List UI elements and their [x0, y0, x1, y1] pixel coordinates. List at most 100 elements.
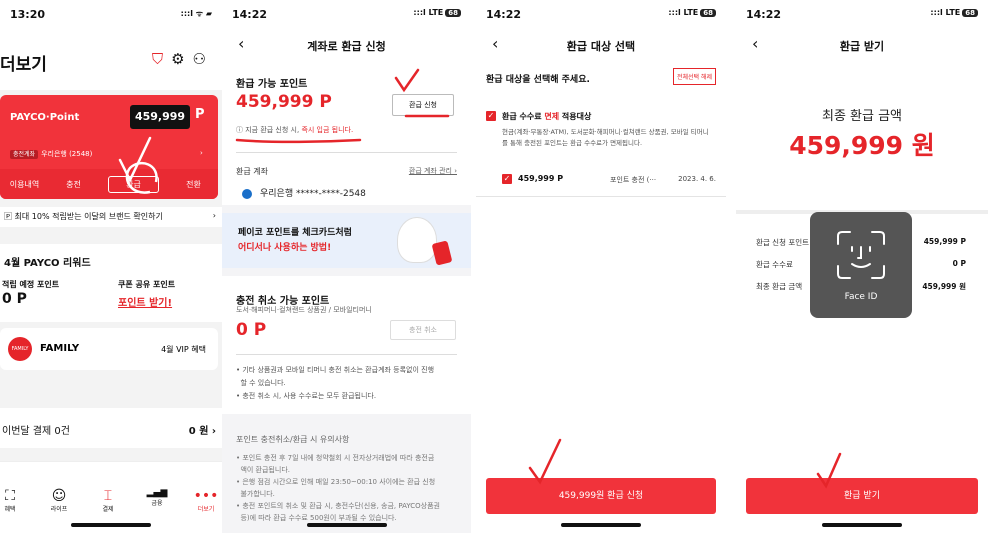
- signal-icon: :::l LTE 68: [413, 8, 461, 17]
- item-amount: 459,999 P: [518, 174, 564, 183]
- promo-banner[interactable]: 페이코 포인트를 체크카드처럼 어디서나 사용하는 방법!: [222, 213, 471, 268]
- option-suffix: 적용대상: [561, 112, 592, 121]
- my-icon[interactable]: ⚇: [193, 50, 214, 68]
- payment-row[interactable]: 이번달 결제 0건 0 원 ›: [0, 408, 222, 448]
- faceid-icon: [837, 231, 885, 279]
- tab-benefit[interactable]: ⛶ 혜택: [0, 488, 32, 513]
- refund-item-row[interactable]: ✓ 459,999 P 포인트 충전 (··· 2023. 4. 6.: [486, 172, 716, 198]
- scan-icon: ⌶: [103, 488, 113, 504]
- gear-icon[interactable]: ⚙: [171, 50, 192, 68]
- home-indicator: [561, 523, 641, 527]
- family-card[interactable]: FAMILY FAMILY 4월 VIP 혜택: [0, 328, 218, 370]
- charge-cancel-button[interactable]: 충전 취소: [390, 320, 456, 340]
- reward-section: 4월 PAYCO 리워드 적립 예정 포인트 쿠폰 공유 포인트 0 P 포인트…: [0, 244, 222, 322]
- benefit-icon: ⛶: [5, 488, 15, 504]
- battery-icon: 68: [962, 9, 978, 17]
- account-label: 환급 계좌: [236, 167, 268, 176]
- note-line: • 기타 상품권과 모바일 티머니 충전 취소는 환급계좌 등록없이 진행: [236, 366, 435, 374]
- receive-refund-button[interactable]: 환급 받기: [746, 478, 978, 514]
- card-balance: 459,999: [130, 105, 190, 129]
- divider: [236, 354, 457, 355]
- status-time: 14:22: [232, 8, 268, 21]
- coupon-link[interactable]: 포인트 받기!: [118, 294, 172, 309]
- item-date: 2023. 4. 6.: [678, 175, 716, 183]
- vip-link[interactable]: 4월 VIP 혜택: [161, 344, 206, 355]
- row-label: 환급 수수료: [756, 260, 793, 269]
- menu-charge[interactable]: 충전: [49, 179, 98, 190]
- note-line: • 충전 취소 시, 사용 수수료는 모두 환급됩니다.: [236, 392, 377, 400]
- expected-label: 적립 예정 포인트: [2, 280, 60, 289]
- family-name: FAMILY: [40, 343, 80, 354]
- final-amount-label: 최종 환급 금액: [821, 109, 903, 124]
- item-checkbox[interactable]: ✓: [502, 174, 512, 184]
- page-title: 더보기: [0, 55, 47, 75]
- reward-title: 4월 PAYCO 리워드: [4, 258, 91, 269]
- refundable-value: 459,999 P: [236, 92, 332, 112]
- card-bank[interactable]: 충전계좌 우리은행 (2548) ›: [10, 149, 203, 159]
- more-screen: 13:20 :::l ᯤ ▰ 더보기 ⛉⚙⚇ PAYCO·Point 459,9…: [0, 0, 222, 533]
- status-bar: 13:20 :::l ᯤ ▰: [10, 8, 212, 24]
- cancel-notes: • 기타 상품권과 모바일 티머니 충전 취소는 환급계좌 등록없이 진행 할 …: [236, 364, 434, 403]
- menu-history[interactable]: 이용내역: [0, 179, 49, 190]
- refund-request-button[interactable]: 459,999원 환급 신청: [486, 478, 716, 514]
- promo-text: 🄿 최대 10% 적립받는 이달의 브랜드 확인하기: [4, 212, 163, 221]
- bank-logo-icon: [242, 188, 252, 199]
- refund-target-screen: 14:22 :::l LTE 68 ‹ 환급 대상 선택 환급 대상을 선택해 주…: [476, 0, 726, 533]
- refund-receive-screen: 14:22 :::l LTE 68 ‹ 환급 받기 최종 환급 금액 459,99…: [736, 0, 988, 533]
- menu-convert[interactable]: 전환: [169, 179, 218, 190]
- final-amount-value: 459,999 원: [789, 131, 935, 160]
- card-brand: PAYCO·Point: [10, 112, 80, 123]
- divider: [476, 196, 726, 197]
- tab-finance[interactable]: ▂▄▆ 금융: [135, 488, 179, 507]
- bank-name: 우리은행 (2548): [41, 150, 93, 158]
- account-manage-link[interactable]: 환급 계좌 관리 ›: [409, 166, 457, 176]
- account-value: 우리은행 *****-****-2548: [242, 186, 366, 199]
- hand-drawn-underline: [235, 138, 362, 144]
- banner-line1: 페이코 포인트를 체크카드처럼: [238, 228, 352, 238]
- cancel-sub: 도서·해피머니·컬쳐랜드 상품권 / 모바일티머니: [236, 306, 372, 314]
- promo-link[interactable]: 🄿 최대 10% 적립받는 이달의 브랜드 확인하기 ›: [0, 207, 222, 227]
- row-value: 0 P: [952, 259, 966, 268]
- caution-line: • 포인트 충전 후 7일 내에 청약철회 시 전자상거래법에 따라 충전금: [236, 454, 435, 462]
- deselect-all-button[interactable]: 전체선택 해제: [672, 68, 716, 85]
- home-indicator: [71, 523, 151, 527]
- bank-arrow: ›: [200, 149, 203, 157]
- card-balance-unit: P: [195, 107, 205, 122]
- more-icon: •••: [193, 488, 219, 504]
- tab-more[interactable]: ••• 더보기: [184, 488, 222, 513]
- caution-line: 불가합니다.: [236, 490, 275, 498]
- caution-line: • 충전 포인트의 취소 및 환급 시, 충전수단(신용, 송금, PAYCO상…: [236, 502, 440, 510]
- caution-line: 액이 환급됩니다.: [236, 466, 290, 474]
- chevron-right-icon: ›: [212, 211, 216, 220]
- account-number: 우리은행 *****-****-2548: [260, 189, 366, 199]
- payment-label: 이번달 결제 0건: [2, 426, 70, 437]
- family-badge: FAMILY: [8, 337, 32, 361]
- card-menu: 이용내역 충전 환급 전환: [0, 169, 218, 199]
- hand-drawn-underline: [404, 114, 450, 118]
- option-red: 면제: [544, 112, 560, 121]
- exempt-option-desc: 현금(계좌·무통장·ATM), 도서문화·해피머니·컬쳐랜드 상품권, 모바일 …: [502, 128, 709, 147]
- tab-bar: ⛶ 혜택 ☺ 라이프 ⌶ 결제 ▂▄▆ 금융 ••• 더보기: [0, 461, 222, 533]
- tab-label: 금융: [151, 500, 163, 507]
- item-type: 포인트 충전 (···: [610, 176, 657, 184]
- tab-label: 결제: [102, 506, 114, 513]
- refund-request-screen: 14:22 :::l LTE 68 ‹ 계좌로 환급 신청 환급 가능 포인트 4…: [222, 0, 471, 533]
- status-bar: 14:22 :::l LTE 68: [486, 8, 716, 24]
- hand-drawn-check: [816, 452, 842, 489]
- screen-title: 환급 대상 선택: [566, 40, 636, 53]
- tab-pay[interactable]: ⌶ 결제: [86, 488, 130, 513]
- tab-label: 혜택: [4, 506, 16, 513]
- exempt-checkbox[interactable]: ✓: [486, 111, 496, 121]
- shield-icon[interactable]: ⛉: [152, 50, 171, 68]
- signal-icon: :::l LTE 68: [668, 8, 716, 17]
- row-value: 459,999 원: [922, 282, 966, 291]
- screen-title: 계좌로 환급 신청: [307, 40, 386, 53]
- tab-label: 더보기: [197, 506, 215, 513]
- tab-life[interactable]: ☺ 라이프: [37, 488, 81, 513]
- option-prefix: 환급 수수료: [502, 112, 542, 121]
- hand-drawn-circle: [118, 136, 158, 194]
- instruction-text: 환급 대상을 선택해 주세요.: [486, 75, 590, 85]
- note-line: 할 수 있습니다.: [236, 379, 286, 387]
- header-icons[interactable]: ⛉⚙⚇: [152, 50, 214, 68]
- payco-point-card[interactable]: PAYCO·Point 459,999 P 충전계좌 우리은행 (2548) › 이…: [0, 95, 218, 199]
